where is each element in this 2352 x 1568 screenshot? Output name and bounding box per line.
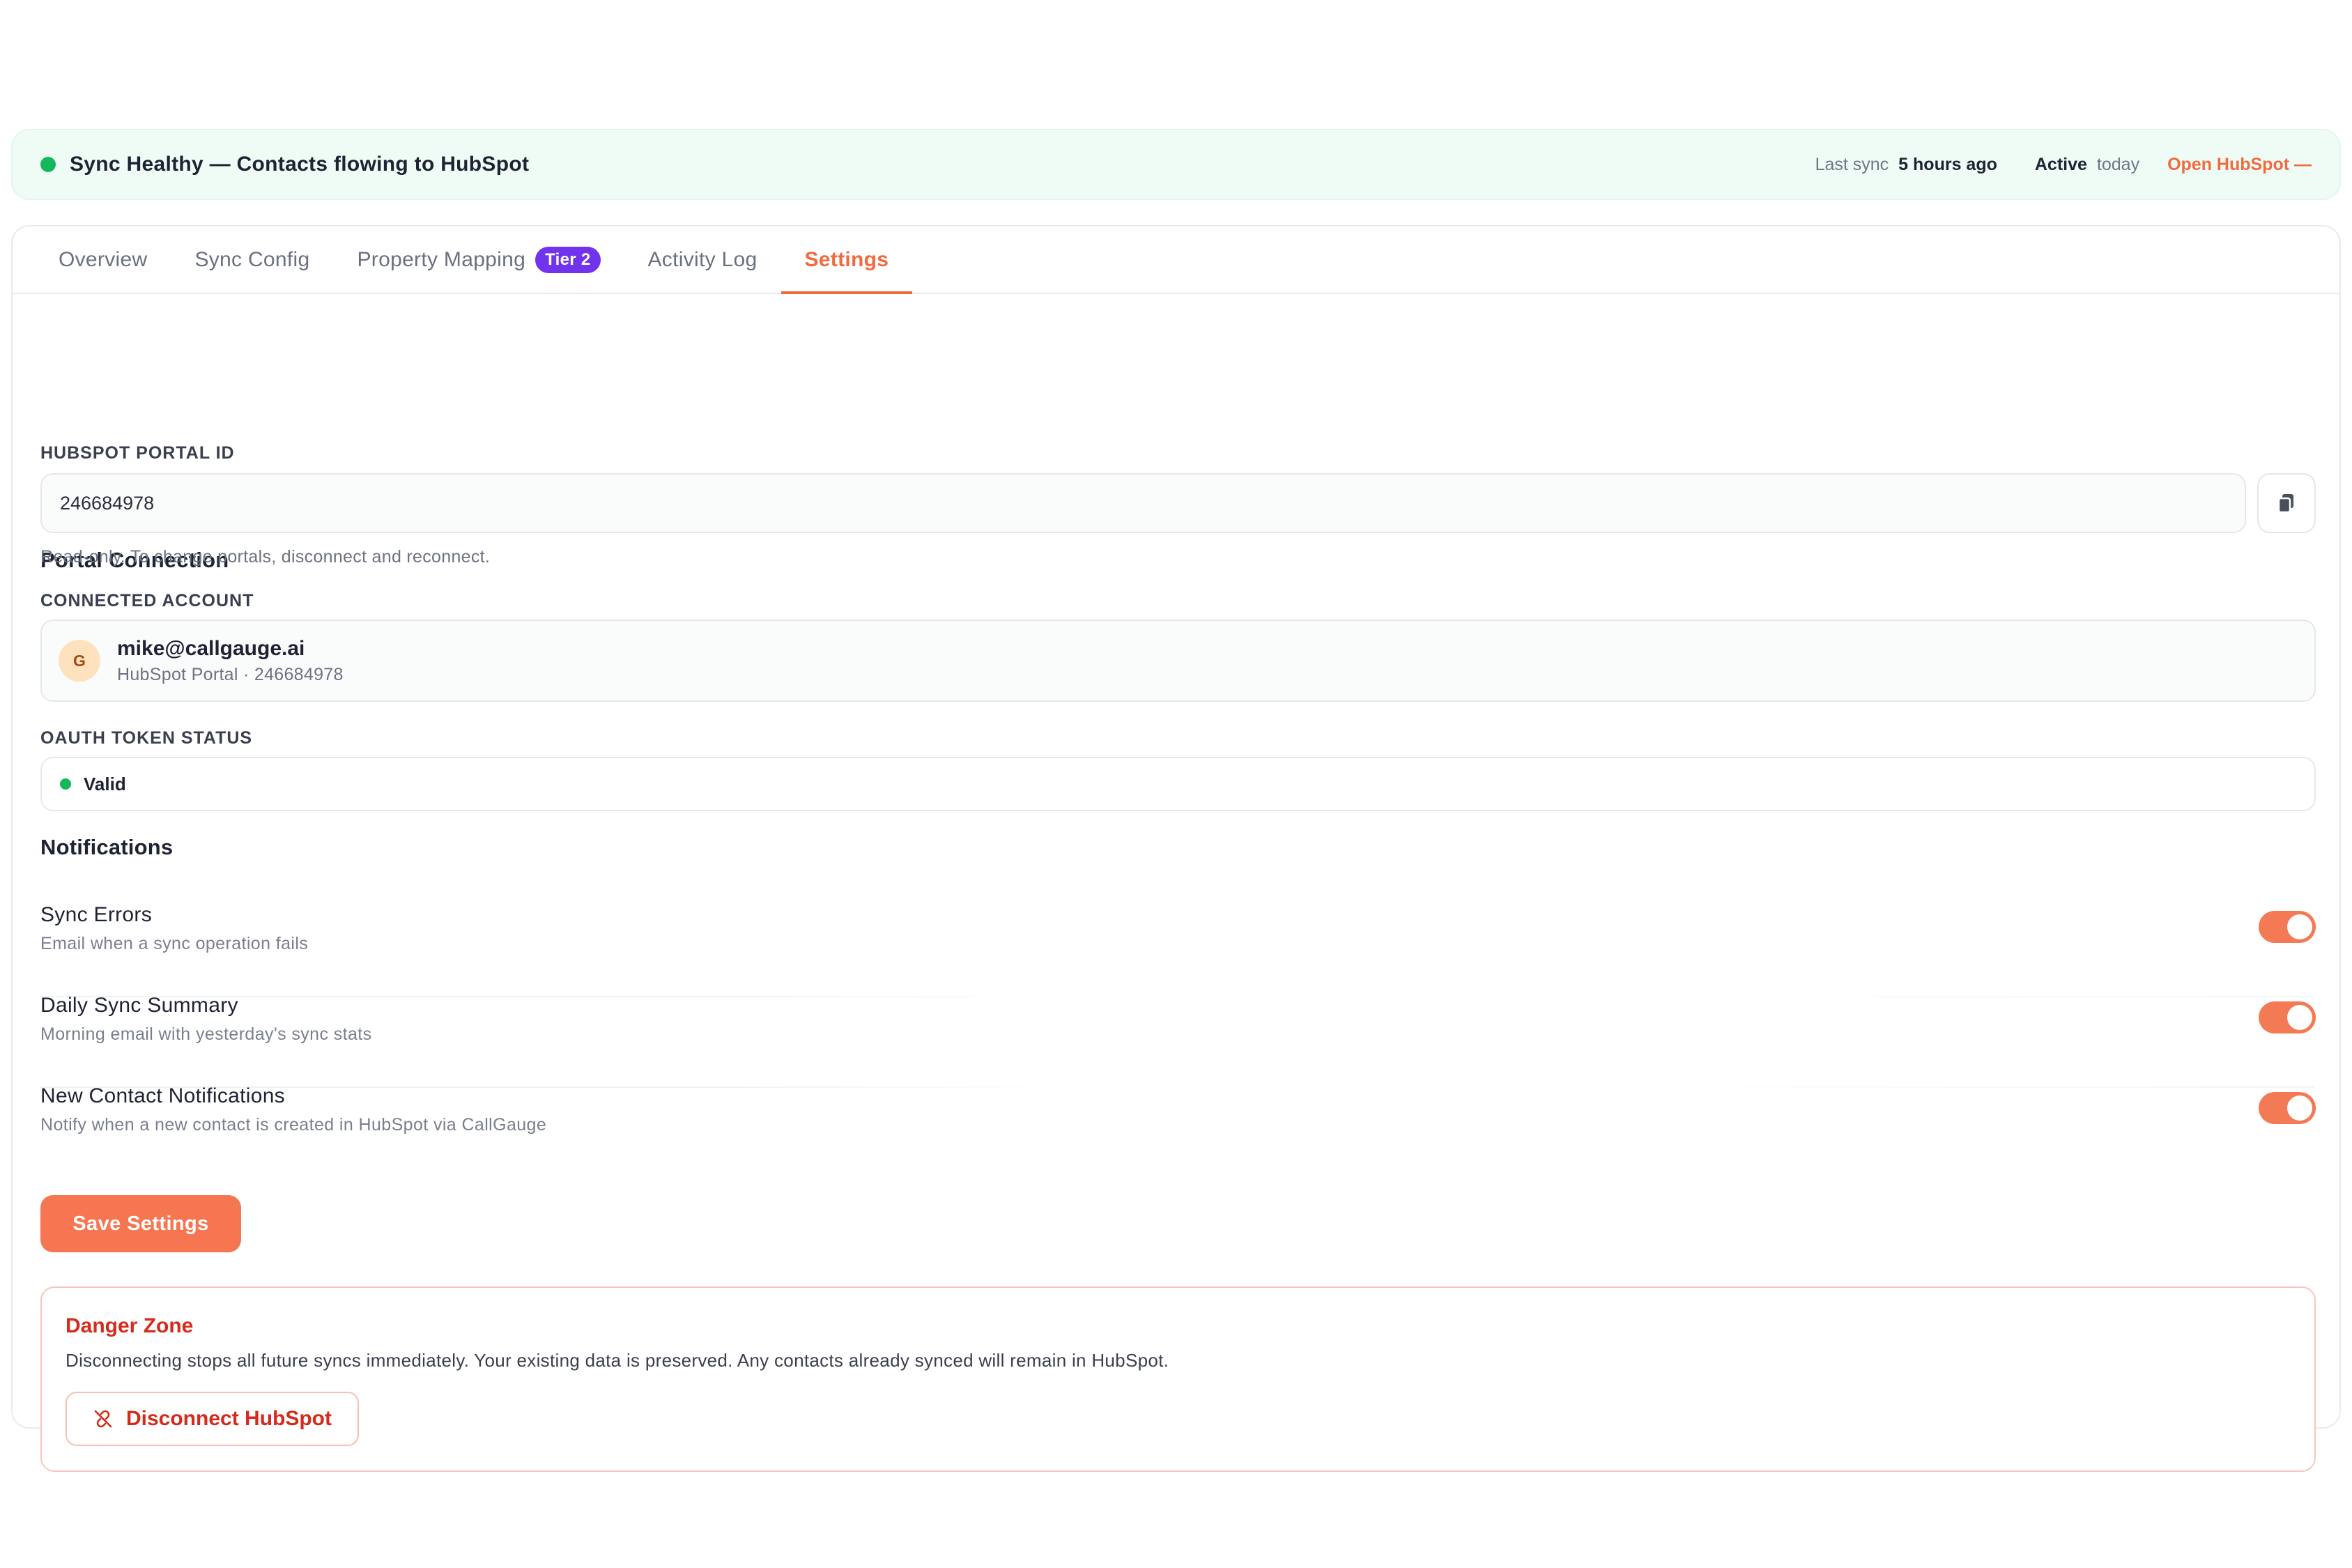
tab-label: Overview: [59, 247, 148, 271]
toggle-knob: [2287, 1005, 2312, 1030]
tab-sync-config[interactable]: Sync Config: [171, 226, 333, 293]
connected-account-label: CONNECTED ACCOUNT: [40, 591, 254, 610]
danger-zone: Danger Zone Disconnecting stops all futu…: [40, 1286, 2316, 1472]
danger-zone-title: Danger Zone: [66, 1314, 194, 1337]
tab-label: Activity Log: [647, 247, 758, 271]
notification-desc: Email when a sync operation fails: [40, 934, 309, 953]
last-sync-value: 5 hours ago: [1898, 154, 1997, 174]
new-contact-toggle[interactable]: [2259, 1092, 2316, 1124]
tab-label: Sync Config: [194, 247, 310, 271]
tab-activity-log[interactable]: Activity Log: [624, 226, 781, 293]
account-info: mike@callgauge.ai HubSpot Portal · 24668…: [117, 637, 344, 685]
portal-id-hint: Read-only. To change portals, disconnect…: [40, 547, 491, 567]
toggle-knob: [2287, 914, 2312, 939]
disconnect-label: Disconnect HubSpot: [125, 1407, 332, 1430]
copy-icon: [2277, 494, 2293, 514]
oauth-token-status: Valid: [40, 757, 2316, 811]
copy-portal-id-button[interactable]: [2257, 473, 2316, 533]
status-text: Sync Healthy — Contacts flowing to HubSp…: [70, 153, 530, 176]
status-dot-icon: [40, 157, 56, 172]
notification-desc: Notify when a new contact is created in …: [40, 1115, 547, 1135]
active-label: Active: [2034, 154, 2087, 174]
notification-title: New Contact Notifications: [40, 1084, 285, 1107]
status-meta: Last sync 5 hours ago Active today Open …: [1815, 155, 2312, 175]
portal-id-value: 246684978: [60, 492, 155, 514]
toggle-knob: [2287, 1096, 2312, 1121]
oauth-token-label: OAUTH TOKEN STATUS: [40, 728, 253, 748]
last-sync-label: Last sync: [1815, 154, 1889, 174]
valid-dot-icon: [60, 778, 71, 790]
account-email: mike@callgauge.ai: [117, 636, 305, 660]
sync-errors-toggle[interactable]: [2259, 911, 2316, 943]
tab-property-mapping[interactable]: Property Mapping Tier 2: [334, 226, 624, 293]
portal-id-label: HUBSPOT PORTAL ID: [40, 443, 235, 463]
disconnect-hubspot-button[interactable]: Disconnect HubSpot: [66, 1392, 359, 1446]
tab-label: Property Mapping: [357, 247, 526, 271]
notification-title: Sync Errors: [40, 903, 152, 926]
integration-card: Overview Sync Config Property Mapping Ti…: [11, 225, 2341, 1472]
notification-title: Daily Sync Summary: [40, 994, 238, 1017]
notification-row-daily-summary: Daily Sync Summary Morning email with ye…: [40, 994, 2316, 1084]
avatar: G: [59, 640, 100, 682]
notification-row-new-contact: New Contact Notifications Notify when a …: [40, 1084, 2316, 1175]
notification-row-sync-errors: Sync Errors Email when a sync operation …: [40, 903, 2316, 994]
sync-status-banner: Sync Healthy — Contacts flowing to HubSp…: [11, 129, 2341, 200]
save-settings-button[interactable]: Save Settings: [40, 1195, 241, 1252]
connected-account-card: G mike@callgauge.ai HubSpot Portal · 246…: [40, 620, 2316, 702]
notification-desc: Morning email with yesterday's sync stat…: [40, 1024, 372, 1044]
danger-zone-text: Disconnecting stops all future syncs imm…: [66, 1350, 1169, 1371]
open-hubspot-link[interactable]: Open HubSpot —: [2167, 155, 2312, 175]
token-status-value: Valid: [84, 773, 126, 794]
notifications-title: Notifications: [40, 835, 174, 859]
tier-badge: Tier 2: [535, 246, 601, 273]
account-portal: HubSpot Portal · 246684978: [117, 664, 344, 684]
tab-label: Settings: [804, 247, 889, 271]
tab-bar: Overview Sync Config Property Mapping Ti…: [13, 226, 2339, 294]
unlink-icon: [94, 1410, 112, 1428]
settings-page: Sync Healthy — Contacts flowing to HubSp…: [0, 0, 2352, 1568]
tab-settings[interactable]: Settings: [781, 226, 913, 294]
portal-id-field[interactable]: 246684978: [40, 473, 2246, 533]
daily-summary-toggle[interactable]: [2259, 1001, 2316, 1033]
active-value: today: [2096, 154, 2140, 174]
tab-overview[interactable]: Overview: [35, 226, 171, 293]
